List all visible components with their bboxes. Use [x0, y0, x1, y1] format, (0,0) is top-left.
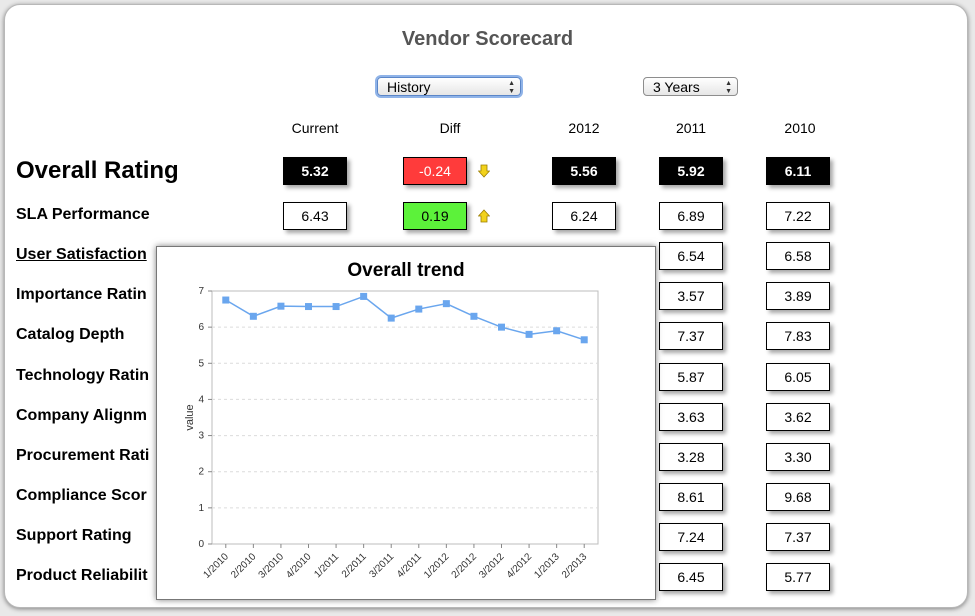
value-box-y2010: 6.05: [766, 363, 830, 391]
data-point: [498, 323, 505, 331]
row-label: Procurement Rati: [16, 447, 150, 464]
value-box-y2010: 3.89: [766, 282, 830, 310]
value-box-y2011: 6.54: [659, 242, 723, 270]
y-tick-label: 1: [198, 503, 204, 514]
trend-chart: 01234567value1/20102/20103/20104/20101/2…: [184, 286, 599, 581]
data-point: [305, 303, 312, 311]
value-box-y2011: 3.63: [659, 403, 723, 431]
x-tick-label: 2/2011: [340, 551, 369, 580]
row-label[interactable]: User Satisfaction: [16, 246, 147, 264]
column-header-current: Current: [291, 120, 339, 136]
row-label: Catalog Depth: [16, 326, 125, 343]
y-tick-label: 6: [198, 322, 204, 333]
arrow-down-icon: [478, 164, 490, 178]
data-point: [387, 314, 395, 322]
value-box-y2011: 8.61: [659, 483, 723, 511]
y-tick-label: 2: [198, 467, 204, 478]
page-title: Vendor Scorecard: [401, 28, 574, 50]
row-label: Support Rating: [16, 527, 132, 544]
data-point: [553, 327, 561, 335]
x-tick-label: 3/2011: [367, 551, 396, 580]
y-tick-label: 0: [198, 539, 204, 550]
value-box-diff: -0.24: [403, 157, 467, 185]
data-point: [580, 336, 588, 344]
value-box-y2010: 6.11: [766, 157, 830, 185]
row-label: Compliance Scor: [16, 487, 147, 504]
column-header-2012: 2012: [568, 120, 600, 136]
x-tick-label: 3/2010: [257, 551, 287, 581]
value-box-current: 6.43: [283, 202, 347, 230]
data-point: [525, 330, 533, 338]
value-box-y2011: 7.24: [659, 523, 723, 551]
row-label: Product Reliabilit: [16, 567, 148, 584]
x-tick-label: 2/2012: [450, 551, 480, 581]
y-tick-label: 7: [198, 286, 204, 297]
x-tick-label: 4/2012: [505, 551, 535, 581]
row-label: Overall Rating: [16, 157, 179, 184]
value-box-y2011: 6.89: [659, 202, 723, 230]
column-header-diff: Diff: [439, 120, 461, 136]
value-box-diff: 0.19: [403, 202, 467, 230]
x-tick-label: 2/2010: [229, 551, 259, 581]
data-point: [332, 303, 340, 311]
view-select-value: History: [387, 79, 431, 95]
value-box-y2011: 5.87: [659, 363, 723, 391]
value-box-y2011: 3.28: [659, 443, 723, 471]
data-point: [360, 292, 368, 300]
column-header-2010: 2010: [784, 120, 816, 136]
arrow-up-icon: [478, 209, 490, 223]
x-tick-label: 1/2012: [422, 551, 452, 581]
data-point: [277, 302, 285, 310]
column-header-2011: 2011: [675, 120, 707, 136]
value-box-y2010: 9.68: [766, 483, 830, 511]
range-select[interactable]: 3 Years ▲ ▼: [643, 77, 738, 96]
y-tick-label: 4: [198, 394, 204, 405]
data-point: [415, 305, 423, 313]
data-point: [222, 296, 230, 304]
x-tick-label: 4/2010: [284, 551, 314, 581]
value-box-y2010: 5.77: [766, 563, 830, 591]
value-box-y2012: 5.56: [552, 157, 616, 185]
y-tick-label: 5: [198, 358, 204, 369]
value-box-y2011: 6.45: [659, 563, 723, 591]
value-box-y2012: 6.24: [552, 202, 616, 230]
overall-trend-popup[interactable]: Overall trend 0 1 2 3 4 5 6 7 value 1/2010 2/2010 3…: [156, 246, 656, 600]
y-tick-label: 3: [198, 431, 204, 442]
value-box-y2011: 7.37: [659, 322, 723, 350]
y-axis-label: value: [184, 404, 196, 430]
data-point: [470, 312, 478, 320]
value-box-current: 5.32: [283, 157, 347, 185]
value-box-y2010: 6.58: [766, 242, 830, 270]
range-select-value: 3 Years: [653, 79, 700, 95]
value-box-y2010: 7.37: [766, 523, 830, 551]
data-point: [442, 300, 450, 308]
data-point: [249, 312, 257, 320]
value-box-y2011: 5.92: [659, 157, 723, 185]
x-tick-label: 4/2011: [395, 551, 424, 580]
select-arrows-icon: ▲ ▼: [508, 79, 515, 95]
view-select[interactable]: History ▲ ▼: [377, 77, 521, 96]
x-tick-label: 1/2010: [201, 551, 231, 581]
plot-area: [211, 290, 599, 545]
select-arrows-icon: ▲ ▼: [725, 79, 732, 95]
x-tick-label: 2/2013: [560, 551, 590, 581]
x-tick-label: 1/2011: [312, 551, 341, 580]
value-box-y2010: 7.22: [766, 202, 830, 230]
row-label: Importance Ratin: [16, 286, 147, 303]
x-tick-label: 3/2012: [477, 551, 507, 581]
row-label: Company Alignm: [16, 407, 147, 424]
row-label: Technology Ratin: [16, 367, 150, 384]
x-tick-label: 1/2013: [532, 551, 562, 581]
value-box-y2010: 3.62: [766, 403, 830, 431]
value-box-y2011: 3.57: [659, 282, 723, 310]
value-box-y2010: 7.83: [766, 322, 830, 350]
row-label: SLA Performance: [16, 206, 150, 223]
value-box-y2010: 3.30: [766, 443, 830, 471]
